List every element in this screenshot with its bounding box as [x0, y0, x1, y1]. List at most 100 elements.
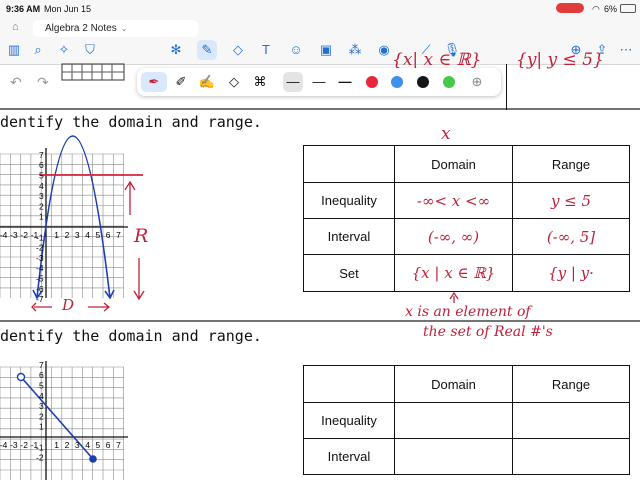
table1-row-label: Interval [303, 218, 395, 255]
range-down-arrow-icon [133, 258, 145, 301]
x-tick-label: 4 [85, 440, 90, 450]
x-tick-label: 5 [96, 230, 101, 240]
note-element-of: x is an element of [405, 304, 531, 320]
pen-options-bar: ✒ ✐ ✍ ◇ ⌘ — — — ⊕ [137, 68, 501, 96]
x-tick-label: -4 [0, 440, 8, 450]
x-tick-label: -3 [10, 440, 18, 450]
problem1-prompt: dentify the domain and range. [0, 113, 262, 131]
domain-right-arrow-icon [88, 302, 111, 312]
x-tick-label: 2 [65, 230, 70, 240]
range-up-arrow-icon [124, 180, 136, 215]
fountain-pen-icon[interactable]: ✒ [141, 72, 167, 92]
y-tick-label: -1 [36, 442, 44, 452]
thick-stroke-option[interactable]: — [335, 72, 355, 92]
y-tick-label: 1 [39, 422, 44, 432]
y-tick-label: -4 [36, 263, 44, 273]
y-tick-label: 6 [39, 370, 44, 380]
table1-header-domain: Domain [394, 145, 513, 183]
closed-endpoint [89, 455, 97, 463]
x-tick-label: 7 [116, 230, 121, 240]
x-tick-label: -2 [20, 440, 28, 450]
brush-pen-icon[interactable]: ✍ [197, 72, 217, 92]
note-real-numbers: the set of Real #'s [423, 324, 553, 340]
note-d: D [62, 296, 75, 314]
previous-range-set: {y| y ≤ 5} [516, 50, 604, 70]
y-tick-label: 2 [39, 201, 44, 211]
problem2-prompt: dentify the domain and range. [0, 327, 262, 345]
y-tick-label: 4 [39, 181, 44, 191]
x-tick-label: 2 [65, 440, 70, 450]
element-pointer-arrow-icon [449, 291, 459, 303]
y-tick-label: 6 [39, 160, 44, 170]
table2-row-label: Interval [303, 438, 395, 475]
domain-left-arrow-icon [31, 302, 52, 312]
open-endpoint [16, 372, 26, 382]
table1-interval-range: (-∞, 5] [512, 218, 630, 255]
eraser-tool-icon[interactable]: ◇ [224, 72, 244, 92]
table2-corner [303, 365, 395, 403]
x-tick-label: 4 [85, 230, 90, 240]
x-tick-label: -3 [10, 230, 18, 240]
y-tick-label: -1 [36, 232, 44, 242]
redo-icon[interactable]: ↷ [37, 74, 49, 91]
ball-pen-icon[interactable]: ✐ [171, 72, 191, 92]
y-tick-label: 2 [39, 411, 44, 421]
y-tick-label: 5 [39, 381, 44, 391]
y-tick-label: 7 [39, 360, 44, 370]
note-r: R [134, 225, 149, 247]
problem2-table: Domain Range Inequality Interval [303, 365, 630, 475]
add-color-icon[interactable]: ⊕ [467, 72, 487, 92]
thin-stroke-option[interactable]: — [283, 72, 303, 92]
x-tick-label: 6 [106, 440, 111, 450]
table2-inequality-domain [394, 402, 513, 439]
x-tick-label: -4 [0, 230, 8, 240]
table2-row-label: Inequality [303, 402, 395, 439]
table2-header-domain: Domain [394, 365, 513, 403]
table1-interval-domain: (-∞, ∞) [394, 218, 513, 255]
x-tick-label: 7 [116, 440, 121, 450]
note-x: x [441, 124, 451, 144]
previous-domain-set: {x| x ∈ ℝ} [392, 50, 482, 70]
x-tick-label: -2 [20, 230, 28, 240]
previous-graph-fragment [61, 63, 125, 81]
x-tick-label: 1 [54, 440, 59, 450]
table1-set-range: {y | y· [512, 254, 630, 292]
table1-set-domain: {x | x ∈ ℝ} [394, 254, 513, 292]
table2-interval-domain [394, 438, 513, 475]
y-tick-label: 3 [39, 191, 44, 201]
table1-inequality-range: y ≤ 5 [512, 182, 630, 219]
color-black-swatch[interactable] [417, 76, 429, 88]
y-tick-label: -5 [36, 274, 44, 284]
parabola-curve [36, 135, 111, 299]
color-green-swatch[interactable] [443, 76, 455, 88]
table2-header-range: Range [512, 365, 630, 403]
y-tick-label: 5 [39, 171, 44, 181]
graph1-grid [0, 148, 128, 298]
y-tick-label: -6 [36, 284, 44, 294]
table1-row-label: Inequality [303, 182, 395, 219]
table1-inequality-domain: -∞< x <∞ [394, 182, 513, 219]
x-tick-label: 3 [75, 230, 80, 240]
table2-interval-range [512, 438, 630, 475]
y-tick-label: -2 [36, 453, 44, 463]
table1-header-range: Range [512, 145, 630, 183]
y-tick-label: 4 [39, 391, 44, 401]
previous-table-border [506, 64, 508, 110]
lasso-icon[interactable]: ⌘ [250, 72, 270, 92]
y-tick-label: -2 [36, 243, 44, 253]
table1-corner [303, 145, 395, 183]
medium-stroke-option[interactable]: — [309, 72, 329, 92]
y-tick-label: 1 [39, 212, 44, 222]
x-tick-label: 6 [106, 230, 111, 240]
y-tick-label: -3 [36, 253, 44, 263]
x-tick-label: 1 [54, 230, 59, 240]
table2-inequality-range [512, 402, 630, 439]
problem1-table: Domain Range Inequality -∞< x <∞ y ≤ 5 I… [303, 145, 630, 292]
y-tick-label: -7 [36, 294, 44, 304]
color-blue-swatch[interactable] [391, 76, 403, 88]
y-tick-label: 3 [39, 401, 44, 411]
table1-row-label: Set [303, 254, 395, 292]
x-tick-label: 3 [75, 440, 80, 450]
undo-icon[interactable]: ↶ [10, 74, 22, 91]
color-red-swatch[interactable] [366, 76, 378, 88]
